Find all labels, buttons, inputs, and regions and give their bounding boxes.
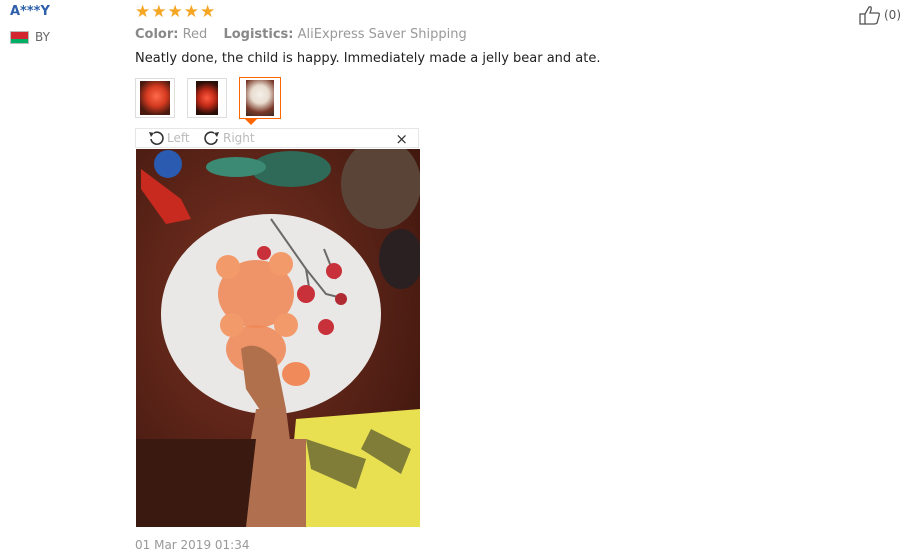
- review-photo-image: [136, 149, 420, 527]
- belarus-flag-icon: [10, 30, 29, 44]
- helpful-count: (0): [884, 8, 901, 22]
- country-code: BY: [35, 30, 50, 44]
- rotate-right-button[interactable]: Right: [202, 129, 255, 147]
- photo-thumbnail-selected[interactable]: [239, 77, 281, 119]
- rotate-left-button[interactable]: Left: [146, 129, 190, 147]
- rotate-right-icon: [204, 131, 219, 146]
- rotate-left-label: Left: [167, 131, 190, 145]
- star-icon: ★: [151, 2, 167, 22]
- reviewer-country: BY: [10, 30, 50, 44]
- star-icon: ★: [135, 2, 151, 22]
- reviewer-name: A***Y: [10, 4, 50, 19]
- image-viewer-toolbar: Left Right ×: [135, 128, 419, 148]
- logistics-value: AliExpress Saver Shipping: [297, 27, 467, 42]
- color-value: Red: [182, 27, 208, 42]
- thumbs-up-icon: [859, 6, 880, 25]
- selected-pointer: [245, 119, 257, 125]
- star-icon: ★: [167, 2, 183, 22]
- photo-thumbnail[interactable]: [187, 78, 227, 118]
- star-icon: ★: [183, 2, 199, 22]
- rotate-right-label: Right: [223, 131, 255, 145]
- review-date: 01 Mar 2019 01:34: [135, 538, 250, 552]
- photo-thumbnails: [135, 77, 281, 119]
- review-photo: [136, 149, 420, 527]
- logistics-label: Logistics:: [223, 27, 294, 42]
- review-text: Neatly done, the child is happy. Immedia…: [135, 51, 601, 66]
- rating-stars: ★ ★ ★ ★ ★: [135, 4, 215, 21]
- rotate-left-icon: [149, 131, 164, 146]
- close-viewer-button[interactable]: ×: [395, 129, 408, 149]
- helpful-button[interactable]: (0): [859, 5, 901, 25]
- order-info: Color: Red Logistics: AliExpress Saver S…: [135, 27, 479, 42]
- star-icon: ★: [200, 2, 216, 22]
- color-label: Color:: [135, 27, 179, 42]
- photo-thumbnail[interactable]: [135, 78, 175, 118]
